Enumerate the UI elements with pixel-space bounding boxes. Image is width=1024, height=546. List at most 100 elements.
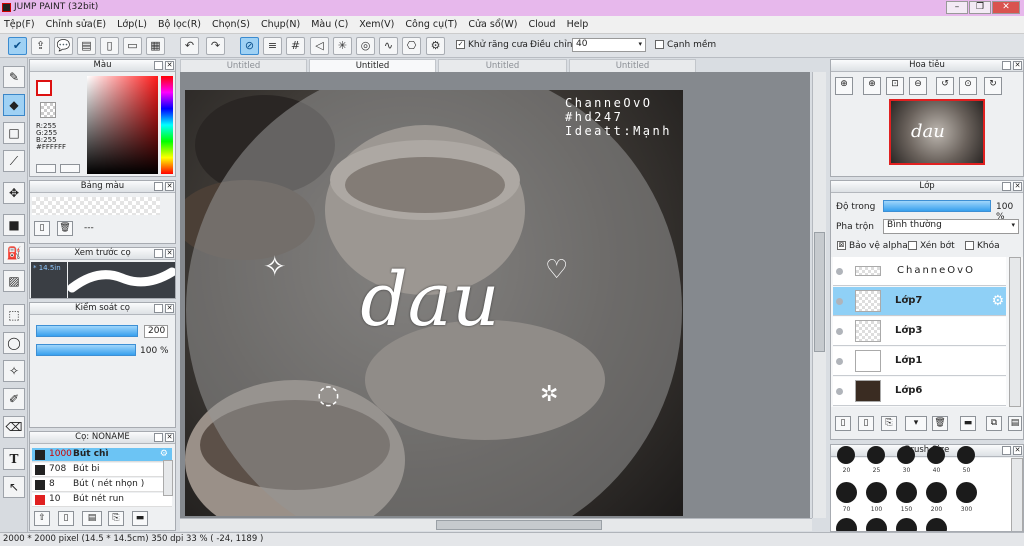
brush-size-dot[interactable] [897,446,915,464]
canvas-artwork[interactable]: ChanneOvO #hd247 Ideatt:Mạnh dau ✧ ♡ ◌ ✲ [185,90,683,516]
layer-copy-icon[interactable]: ⎘ [881,416,897,431]
visibility-icon[interactable] [836,298,843,305]
line-tool-icon[interactable]: ⟋ [3,150,25,172]
zoom-fit-icon[interactable]: ⊕ [835,77,853,95]
brush-size-dot[interactable] [836,482,857,503]
palette-swatches[interactable] [32,197,160,215]
fit-window-icon[interactable]: ⊡ [886,77,904,95]
palette-delete-icon[interactable]: 🗑 [57,221,73,236]
document-icon[interactable]: ▯ [100,37,119,55]
saturation-value-picker[interactable] [87,76,158,174]
clip-checkbox[interactable] [908,241,917,250]
menu-color[interactable]: Màu (C) [311,19,348,30]
brush-size-dot[interactable] [956,482,977,503]
brush-item[interactable]: 1000 Bút chì ⚙ [32,448,172,462]
protect-alpha-toggle[interactable]: ⊠ Bảo vệ alpha [837,241,908,251]
layer-settings-icon[interactable]: ▤ [1008,416,1022,431]
layer-row[interactable]: Lớp6 [833,377,1006,406]
vertical-scroll-thumb[interactable] [814,232,825,352]
tab-untitled-2[interactable]: Untitled [309,59,436,72]
gradient-icon[interactable]: ▨ [3,270,25,292]
minimize-button[interactable]: – [946,1,968,14]
panel-close-icon[interactable]: ✕ [165,304,174,313]
radial-icon[interactable]: ✳ [333,37,352,55]
soft-edge-checkbox[interactable] [655,40,664,49]
brush-size-dot[interactable] [896,482,917,503]
layer-row[interactable]: Lớp3 [833,317,1006,346]
adjust-select[interactable]: 40 ▾ [572,38,646,52]
visibility-icon[interactable] [836,358,843,365]
menu-capture[interactable]: Chụp(N) [261,19,300,30]
layer-row[interactable]: ChanneOvO [833,257,1006,286]
vertical-scrollbar[interactable] [812,72,826,518]
panel-float-icon[interactable] [1002,61,1011,70]
page-icon[interactable]: ▭ [123,37,142,55]
operation-tool-icon[interactable]: ↖ [3,476,25,498]
check-icon[interactable]: ✔ [8,37,27,55]
clip-toggle[interactable]: Xén bớt [908,241,955,251]
horizontal-scrollbar[interactable] [180,518,812,531]
move-tool-icon[interactable]: ✥ [3,182,25,204]
menu-filter[interactable]: Bộ lọc(R) [158,19,201,30]
layer-row[interactable]: Lớp1 [833,347,1006,376]
horizontal-scroll-thumb[interactable] [436,520,602,530]
antialias-checkbox[interactable]: ✓ [456,40,465,49]
panel-close-icon[interactable]: ✕ [165,433,174,442]
rotate-right-icon[interactable]: ↻ [984,77,1002,95]
chat-icon[interactable]: 💬 [54,37,73,55]
tab-untitled-3[interactable]: Untitled [438,59,567,72]
menu-file[interactable]: Tệp(F) [4,19,35,30]
gear-icon[interactable]: ⚙ [991,293,1004,309]
tab-untitled-1[interactable]: Untitled [180,59,307,72]
layer-folder-icon[interactable]: ▬ [960,416,976,431]
select-eraser-icon[interactable]: ⌫ [3,416,25,438]
palette-new-icon[interactable]: ▯ [34,221,50,236]
bucket-icon[interactable]: ⛽ [3,242,25,264]
menu-help[interactable]: Help [567,19,589,30]
panel-float-icon[interactable] [154,433,163,442]
brush-item[interactable]: 10 Bút nét run [32,493,172,507]
hatch-icon[interactable]: ≡ [263,37,282,55]
new-brush-icon[interactable]: ▯ [58,511,74,526]
brush-size-dot[interactable] [896,518,917,531]
hue-slider[interactable] [161,76,173,174]
new-layer-icon[interactable]: ▯ [835,416,851,431]
antialias-toggle[interactable]: ✓ Khử răng cưa [456,40,528,50]
brush-size-dot[interactable] [867,446,885,464]
blend-mode-select[interactable]: Bình thường ▾ [883,219,1019,234]
lock-checkbox[interactable] [965,241,974,250]
menu-select[interactable]: Chọn(S) [212,19,250,30]
brush-item[interactable]: 8 Bút ( nét nhọn ) [32,478,172,492]
brush-opacity-slider[interactable] [36,344,136,356]
lasso-icon[interactable]: ◯ [3,332,25,354]
layer-menu-icon[interactable]: ▾ [905,416,927,431]
rotate-left-icon[interactable]: ↺ [936,77,954,95]
panel-float-icon[interactable] [154,304,163,313]
menu-cloud[interactable]: Cloud [528,19,555,30]
color-mode-button[interactable] [36,164,56,173]
brush-item[interactable]: 708 Bút bi [32,463,172,477]
foreground-color-swatch[interactable] [36,80,52,96]
panel-close-icon[interactable]: ✕ [165,249,174,258]
panel-float-icon[interactable] [154,182,163,191]
select-rect-icon[interactable]: ⬚ [3,304,25,326]
layer-row-selected[interactable]: Lớp7 ⚙ [833,287,1006,316]
menu-view[interactable]: Xem(V) [359,19,394,30]
symmetry-icon[interactable]: ⎔ [402,37,421,55]
panel-close-icon[interactable]: ✕ [165,61,174,70]
brush-size-dot[interactable] [926,482,947,503]
soft-edge-toggle[interactable]: Cạnh mềm [655,40,716,50]
layer-list-scrollbar[interactable] [1009,257,1021,407]
protect-alpha-checkbox[interactable]: ⊠ [837,241,846,250]
brush-size-dot[interactable] [926,518,947,531]
comment-icon[interactable]: ▤ [77,37,96,55]
settings-icon[interactable]: ⚙ [426,37,445,55]
brush-copy-icon[interactable]: ⎘ [108,511,124,526]
rect-select-icon[interactable]: □ [3,122,25,144]
jump-brush-icon[interactable]: ⇧ [34,511,50,526]
visibility-icon[interactable] [836,328,843,335]
brush-size-dot[interactable] [927,446,945,464]
panel-float-icon[interactable] [1002,182,1011,191]
ruler-icon[interactable]: ◁ [310,37,329,55]
layer-opacity-slider[interactable] [883,200,991,212]
